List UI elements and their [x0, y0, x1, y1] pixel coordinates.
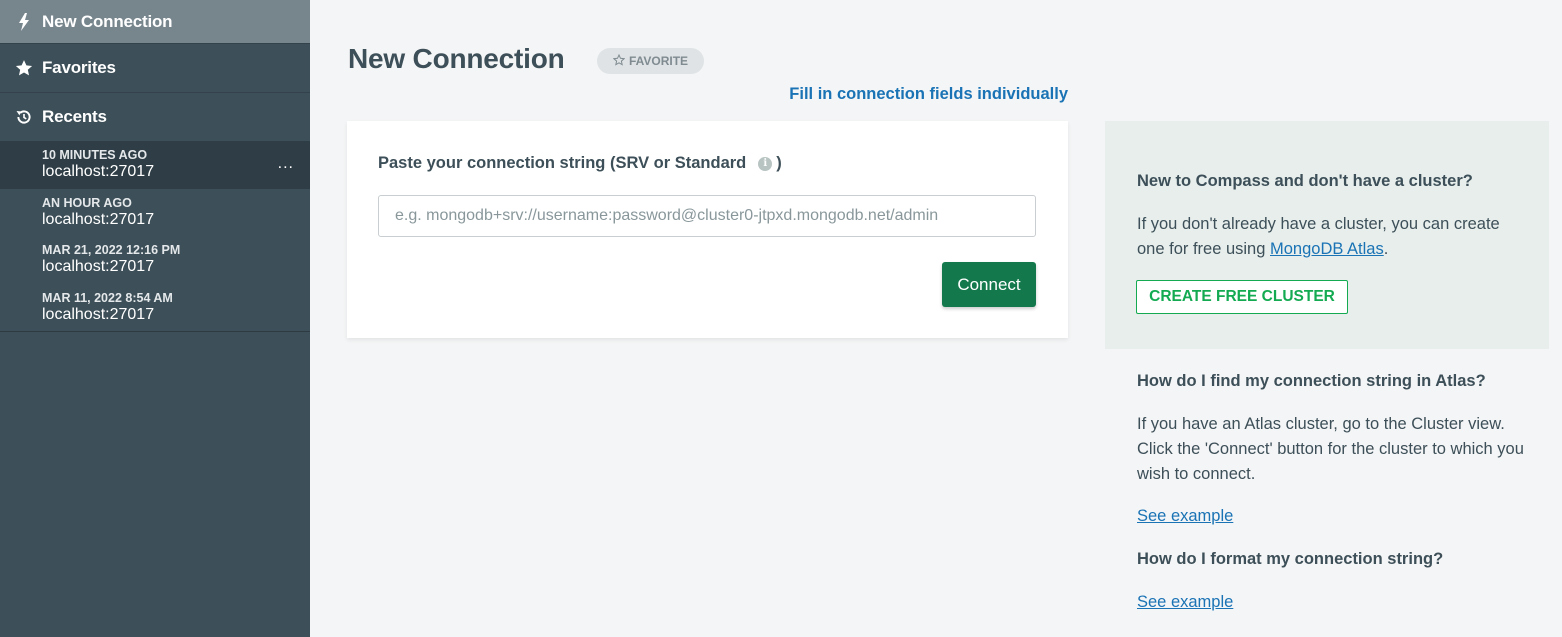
history-icon	[14, 108, 34, 126]
create-free-cluster-button[interactable]: CREATE FREE CLUSTER	[1136, 280, 1348, 314]
sidebar-item-label: Recents	[42, 107, 107, 126]
sidebar-item-label: Favorites	[42, 58, 116, 77]
fill-fields-individually-link[interactable]: Fill in connection fields individually	[789, 85, 1068, 104]
recents-list: 10 MINUTES AGO localhost:27017 ... AN HO…	[0, 141, 310, 332]
mongodb-atlas-link[interactable]: MongoDB Atlas	[1270, 240, 1384, 258]
recent-connection-item[interactable]: MAR 11, 2022 8:54 AM localhost:27017	[0, 284, 310, 332]
recent-host: localhost:27017	[42, 305, 155, 323]
recent-time: MAR 11, 2022 8:54 AM	[42, 290, 173, 305]
connect-button[interactable]: Connect	[942, 262, 1036, 307]
see-example-link-2[interactable]: See example	[1137, 593, 1233, 612]
sidebar-item-new-connection[interactable]: New Connection	[0, 0, 310, 44]
recent-connection-item[interactable]: AN HOUR AGO localhost:27017	[0, 189, 310, 237]
new-to-compass-heading: New to Compass and don't have a cluster?	[1137, 172, 1473, 190]
recent-host: localhost:27017	[42, 258, 155, 275]
find-connection-string-text: If you have an Atlas cluster, go to the …	[1137, 415, 1524, 483]
see-example-link-1[interactable]: See example	[1137, 507, 1233, 526]
info-icon[interactable]: i	[758, 156, 773, 171]
format-connection-string-heading: How do I format my connection string?	[1137, 550, 1444, 568]
recent-time: MAR 21, 2022 12:16 PM	[42, 243, 181, 257]
sidebar-item-label: New Connection	[42, 11, 173, 31]
connection-string-label-text: Paste your connection string (SRV or Sta…	[378, 154, 747, 172]
recent-time: 10 MINUTES AGO	[42, 148, 148, 162]
recent-host: localhost:27017	[42, 210, 155, 228]
connection-string-input[interactable]	[378, 195, 1036, 237]
new-to-compass-text-end: .	[1383, 240, 1389, 258]
page-title: New Connection	[348, 43, 565, 74]
favorite-label: FAVORITE	[628, 54, 689, 68]
recent-connection-item[interactable]: MAR 21, 2022 12:16 PM localhost:27017	[0, 236, 310, 284]
find-connection-string-heading: How do I find my connection string in At…	[1137, 372, 1486, 390]
recent-host: localhost:27017	[42, 163, 155, 180]
lightning-bolt-icon	[14, 12, 34, 31]
sidebar: New Connection Favorites Recents 10 MINU…	[0, 0, 310, 637]
recent-time: AN HOUR AGO	[42, 195, 132, 210]
connection-string-label-close: )	[776, 154, 782, 172]
star-icon	[14, 59, 34, 77]
more-options-icon[interactable]: ...	[278, 155, 294, 173]
connection-string-label: Paste your connection string (SRV or Sta…	[378, 154, 782, 173]
favorite-button[interactable]: FAVORITE	[597, 48, 704, 74]
recent-connection-item[interactable]: 10 MINUTES AGO localhost:27017 ...	[0, 141, 310, 189]
connection-card: Paste your connection string (SRV or Sta…	[347, 121, 1068, 338]
sidebar-item-favorites[interactable]: Favorites	[0, 44, 310, 93]
sidebar-item-recents[interactable]: Recents	[0, 93, 310, 141]
star-outline-icon	[612, 53, 626, 69]
new-to-compass-text: If you don't already have a cluster, you…	[1137, 212, 1527, 262]
